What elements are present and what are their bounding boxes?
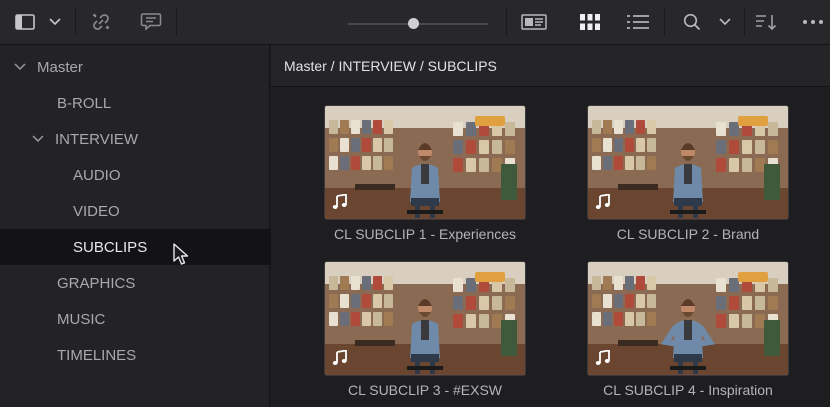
- toolbar: [0, 0, 830, 45]
- breadcrumb-path[interactable]: Master / INTERVIEW / SUBCLIPS: [284, 58, 497, 74]
- bin-label: GRAPHICS: [57, 274, 136, 292]
- mouse-pointer-icon: [173, 243, 191, 272]
- toolbar-divider: [664, 8, 665, 36]
- thumbnail-image: [325, 106, 525, 219]
- thumbnail-image: [588, 262, 788, 375]
- media-pool-window: Master B-ROLL INTERVIEW AUDIO VIDEO SUBC…: [0, 0, 830, 407]
- search-icon[interactable]: [680, 0, 704, 44]
- metadata-view-icon[interactable]: [518, 0, 550, 44]
- panel-layout-icon[interactable]: [12, 0, 38, 44]
- music-note-icon: [595, 350, 611, 366]
- unlink-icon[interactable]: [88, 0, 114, 44]
- chevron-down-icon[interactable]: [46, 0, 64, 44]
- music-note-icon: [595, 194, 611, 210]
- chevron-down-icon[interactable]: [31, 135, 45, 143]
- bin-label: MUSIC: [57, 310, 106, 328]
- bin-label: AUDIO: [73, 166, 121, 184]
- clip-name: CL SUBCLIP 3 - #EXSW: [347, 382, 503, 398]
- bin-list-sidebar: Master B-ROLL INTERVIEW AUDIO VIDEO SUBC…: [0, 45, 342, 407]
- bin-label: B-ROLL: [57, 94, 112, 112]
- bin-label: Master: [37, 58, 83, 76]
- clip-thumbnail[interactable]: [324, 261, 526, 376]
- toolbar-divider: [75, 8, 76, 36]
- thumbnail-image: [588, 106, 788, 219]
- more-options-icon[interactable]: [798, 0, 830, 44]
- clip-item[interactable]: CL SUBCLIP 3 - #EXSW: [324, 261, 526, 398]
- bin-label: TIMELINES: [57, 346, 137, 364]
- chevron-down-icon[interactable]: [716, 0, 734, 44]
- bin-interview[interactable]: INTERVIEW: [0, 121, 300, 157]
- clip-name: CL SUBCLIP 1 - Experiences: [333, 226, 517, 242]
- music-note-icon: [332, 194, 348, 210]
- thumbnail-image: [325, 262, 525, 375]
- caption-icon[interactable]: [138, 0, 164, 44]
- clip-grid: CL SUBCLIP 1 - Experiences CL SUBCLIP 2 …: [271, 87, 830, 407]
- chevron-down-icon[interactable]: [13, 63, 27, 71]
- list-view-icon[interactable]: [625, 0, 651, 44]
- bin-label: VIDEO: [73, 202, 120, 220]
- clip-item[interactable]: CL SUBCLIP 4 - Inspiration: [587, 261, 789, 398]
- toolbar-divider: [176, 8, 177, 36]
- bin-label: INTERVIEW: [55, 130, 139, 148]
- zoom-slider-thumb[interactable]: [408, 18, 419, 29]
- bin-label: SUBCLIPS: [73, 238, 148, 256]
- clip-name: CL SUBCLIP 2 - Brand: [616, 226, 760, 242]
- clip-name: CL SUBCLIP 4 - Inspiration: [603, 382, 773, 398]
- bin-master[interactable]: Master: [0, 49, 282, 85]
- clip-item[interactable]: CL SUBCLIP 2 - Brand: [587, 105, 789, 242]
- sort-icon[interactable]: [753, 0, 779, 44]
- toolbar-divider: [744, 8, 745, 36]
- thumbnail-view-icon[interactable]: [577, 0, 603, 44]
- clip-thumbnail[interactable]: [587, 105, 789, 220]
- clip-thumbnail[interactable]: [324, 105, 526, 220]
- toolbar-divider: [506, 8, 507, 36]
- clip-thumbnail[interactable]: [587, 261, 789, 376]
- music-note-icon: [332, 350, 348, 366]
- breadcrumb: Master / INTERVIEW / SUBCLIPS: [271, 45, 830, 87]
- clip-item[interactable]: CL SUBCLIP 1 - Experiences: [324, 105, 526, 242]
